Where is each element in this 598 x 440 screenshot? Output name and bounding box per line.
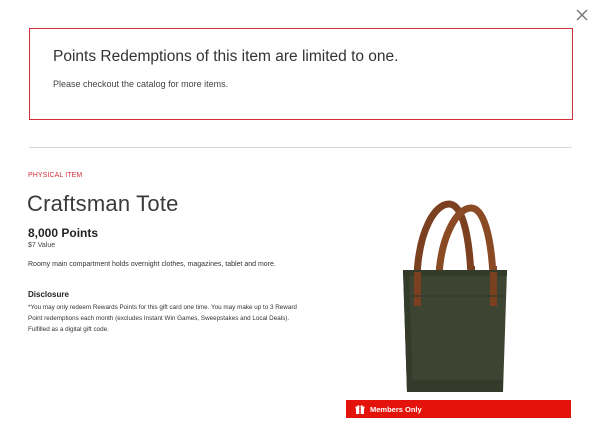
alert-title: Points Redemptions of this item are limi… [53, 48, 399, 65]
limit-alert: Points Redemptions of this item are limi… [29, 28, 573, 120]
product-title: Craftsman Tote [27, 191, 179, 216]
divider [29, 147, 572, 148]
members-only-badge: Members Only [346, 400, 571, 418]
product-description: Roomy main compartment holds overnight c… [28, 261, 276, 268]
gift-icon [355, 404, 365, 414]
close-icon [574, 7, 590, 23]
product-value: $7 Value [28, 242, 56, 249]
close-button[interactable] [574, 7, 590, 23]
alert-message: Please checkout the catalog for more ite… [53, 79, 229, 89]
disclosure-text: *You may only redeem Rewards Points for … [28, 304, 297, 333]
product-points: 8,000 Points [28, 226, 99, 240]
product-category: PHYSICAL ITEM [28, 172, 83, 179]
product-image [395, 200, 515, 400]
members-only-label: Members Only [370, 404, 422, 414]
disclosure-heading: Disclosure [28, 290, 69, 299]
